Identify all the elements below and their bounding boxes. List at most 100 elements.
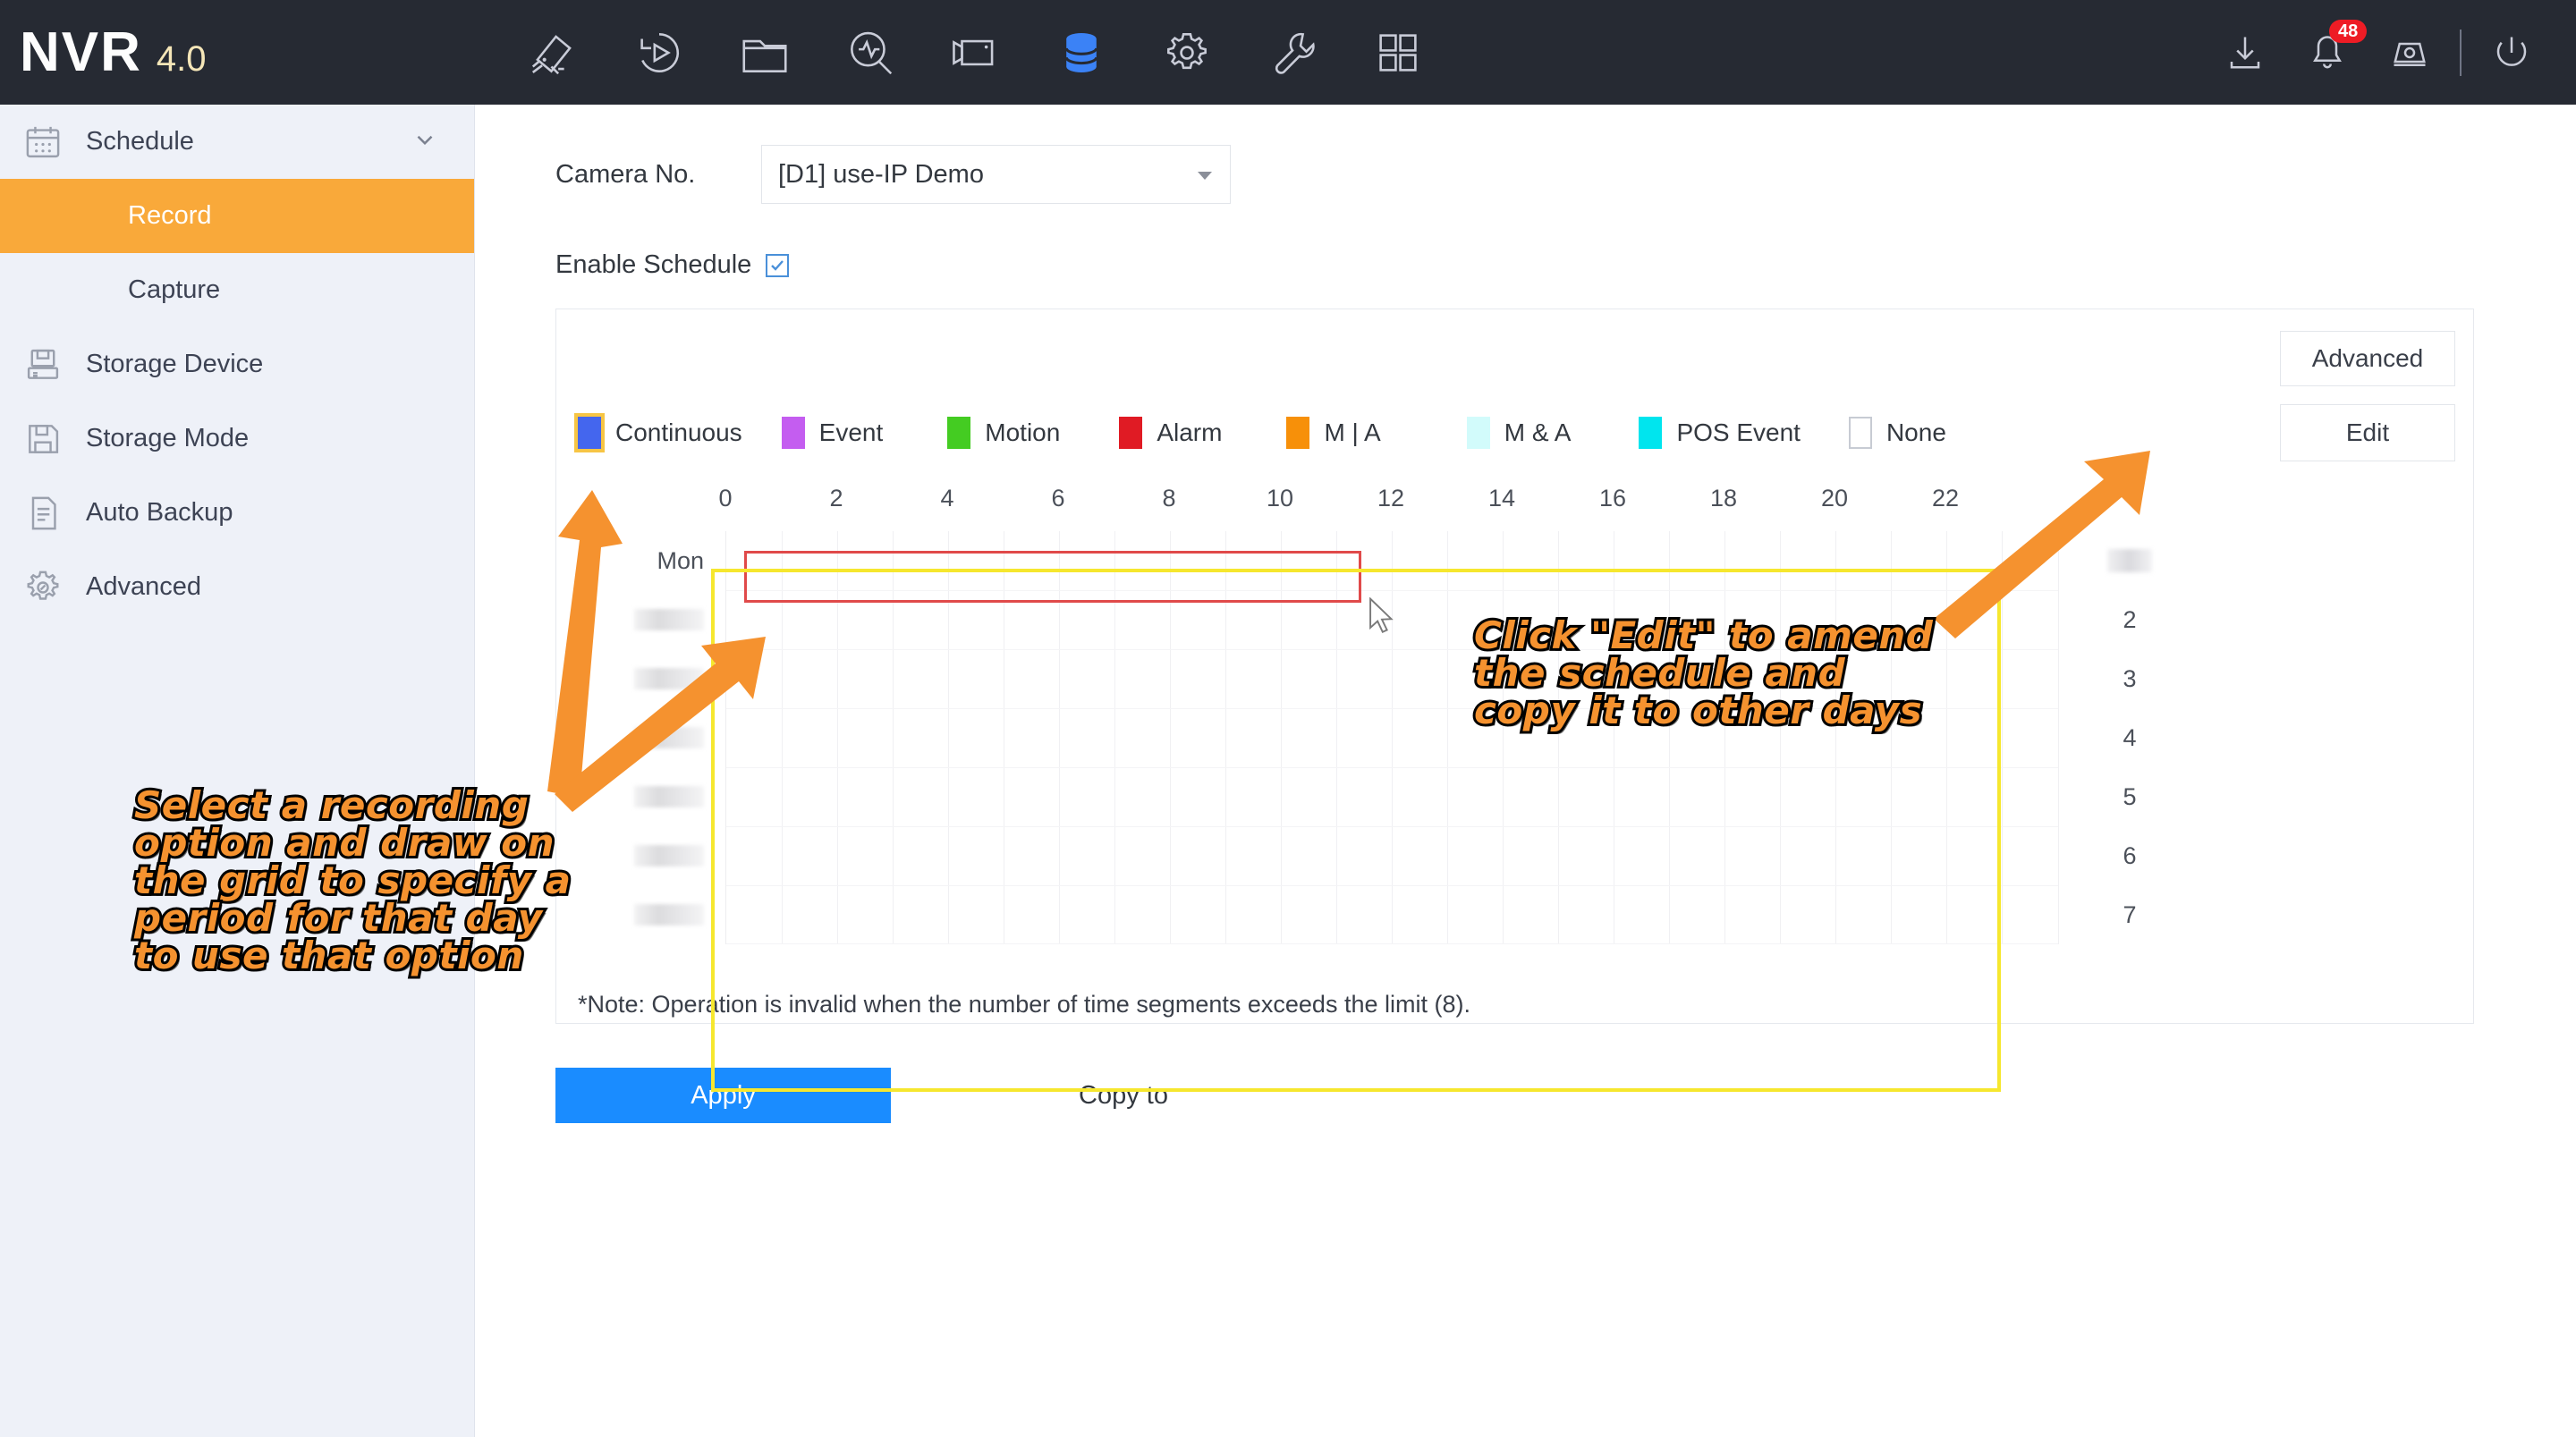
legend-label: None	[1885, 418, 1946, 446]
hour-tick: 20	[1820, 485, 1849, 511]
legend-swatch-motion	[947, 417, 971, 449]
search-analytics-icon[interactable]	[818, 0, 923, 105]
day-label-row	[578, 885, 725, 944]
sidebar-item-label: Advanced	[86, 572, 201, 601]
header-divider	[2460, 29, 2462, 76]
legend-item-m-or-a[interactable]: M | A	[1286, 417, 1381, 449]
storage-database-icon[interactable]	[1029, 0, 1134, 105]
download-icon[interactable]	[2204, 0, 2286, 105]
chevron-down-icon[interactable]	[411, 126, 438, 157]
floppy-disk-icon	[0, 419, 86, 459]
timeline-day-numbers: 2 3 4 5 6 7	[2098, 531, 2161, 944]
legend-label: Alarm	[1157, 418, 1223, 446]
document-list-icon	[0, 494, 86, 533]
sidebar-item-storage-device[interactable]: Storage Device	[0, 327, 474, 402]
copy-to-button[interactable]: Copy to	[1007, 1068, 1240, 1123]
legend-item-pos-event[interactable]: POS Event	[1639, 417, 1801, 449]
legend-swatch-continuous	[574, 413, 605, 452]
annotation-callout-left: Select a recording option and draw on th…	[131, 783, 573, 977]
redacted-day-label	[634, 609, 704, 630]
sidebar-item-auto-backup[interactable]: Auto Backup	[0, 476, 474, 550]
timeline-day-labels: Mon	[578, 531, 725, 944]
gear-advanced-icon	[0, 568, 86, 607]
grid-apps-icon[interactable]	[1345, 0, 1451, 105]
legend-swatch-m-and-a	[1466, 417, 1490, 449]
sidebar-subitem-label: Record	[128, 201, 212, 230]
redacted-day-number	[2107, 549, 2152, 572]
camera-no-label: Camera No.	[555, 159, 696, 189]
main-content: Camera No. [D1] use-IP Demo Enable Sched…	[475, 105, 2576, 1437]
alarm-siren-icon[interactable]	[2368, 0, 2451, 105]
legend-item-continuous[interactable]: Continuous	[574, 413, 742, 452]
day-number	[2098, 531, 2161, 590]
settings-gear-icon[interactable]	[1134, 0, 1240, 105]
hour-tick: 4	[940, 485, 954, 511]
camera-icon[interactable]	[501, 0, 606, 105]
legend-swatch-none	[1848, 417, 1872, 449]
advanced-button[interactable]: Advanced	[2280, 331, 2455, 386]
redacted-day-label	[634, 668, 704, 689]
sidebar-item-schedule[interactable]: Schedule	[0, 105, 474, 179]
day-number: 6	[2123, 841, 2137, 869]
camera-select-value: [D1] use-IP Demo	[778, 159, 984, 189]
camera-select[interactable]: [D1] use-IP Demo	[761, 145, 1231, 204]
sidebar-item-record[interactable]: Record	[0, 179, 474, 253]
calendar-icon	[0, 123, 86, 162]
day-number: 3	[2123, 664, 2137, 692]
top-navigation-bar: NVR 4.0 48	[0, 0, 2576, 105]
sidebar-item-label: Storage Device	[86, 350, 264, 378]
legend-label: Motion	[985, 418, 1061, 446]
day-label-row	[578, 826, 725, 885]
legend-item-m-and-a[interactable]: M & A	[1466, 417, 1572, 449]
sidebar-item-storage-mode[interactable]: Storage Mode	[0, 402, 474, 476]
hour-tick: 10	[1266, 485, 1294, 511]
legend-item-motion[interactable]: Motion	[947, 417, 1060, 449]
legend-item-none[interactable]: None	[1848, 417, 1946, 449]
sidebar-item-capture[interactable]: Capture	[0, 253, 474, 327]
apply-button[interactable]: Apply	[555, 1068, 891, 1123]
folder-icon[interactable]	[712, 0, 818, 105]
header-action-icons: 48	[2204, 0, 2576, 105]
legend-label: M & A	[1504, 418, 1572, 446]
legend-label: M | A	[1324, 418, 1381, 446]
legend-item-alarm[interactable]: Alarm	[1119, 417, 1222, 449]
drawn-time-segment[interactable]	[744, 551, 1361, 603]
legend-swatch-event	[781, 417, 805, 449]
enable-schedule-checkbox[interactable]	[766, 253, 790, 277]
day-label-row	[578, 649, 725, 708]
maintenance-wrench-icon[interactable]	[1240, 0, 1345, 105]
legend-label: Continuous	[615, 418, 742, 446]
enable-schedule-row: Enable Schedule	[555, 250, 790, 280]
legend-swatch-pos-event	[1639, 417, 1663, 449]
day-label-row: Mon	[657, 546, 704, 574]
day-number: 5	[2123, 782, 2137, 810]
redacted-day-label	[634, 786, 704, 807]
redacted-day-label	[634, 845, 704, 866]
day-number: 7	[2123, 900, 2137, 928]
brand-version: 4.0	[156, 39, 207, 79]
hour-tick: 2	[829, 485, 843, 511]
video-camera-icon[interactable]	[923, 0, 1029, 105]
notification-bell-icon[interactable]: 48	[2286, 0, 2368, 105]
schedule-grid[interactable]	[725, 531, 2059, 944]
day-label-row	[578, 590, 725, 649]
playback-icon[interactable]	[606, 0, 712, 105]
legend-swatch-m-or-a	[1286, 417, 1310, 449]
power-icon[interactable]	[2470, 0, 2553, 105]
hour-tick: 18	[1709, 485, 1738, 511]
app-logo: NVR 4.0	[0, 21, 501, 84]
sidebar-item-label: Auto Backup	[86, 498, 233, 527]
legend-swatch-alarm	[1119, 417, 1143, 449]
chevron-down-icon	[1198, 172, 1212, 180]
edit-button[interactable]: Edit	[2280, 404, 2455, 461]
sidebar: Schedule Record Capture Storage Device S…	[0, 105, 475, 1437]
day-label-row	[578, 708, 725, 767]
hour-tick: 16	[1598, 485, 1627, 511]
legend-item-event[interactable]: Event	[781, 417, 883, 449]
sidebar-item-advanced[interactable]: Advanced	[0, 550, 474, 624]
redacted-day-label	[634, 904, 704, 926]
redacted-day-label	[634, 727, 704, 748]
hour-tick: 8	[1162, 485, 1176, 511]
legend-label: POS Event	[1676, 418, 1801, 446]
hour-tick: 6	[1051, 485, 1065, 511]
